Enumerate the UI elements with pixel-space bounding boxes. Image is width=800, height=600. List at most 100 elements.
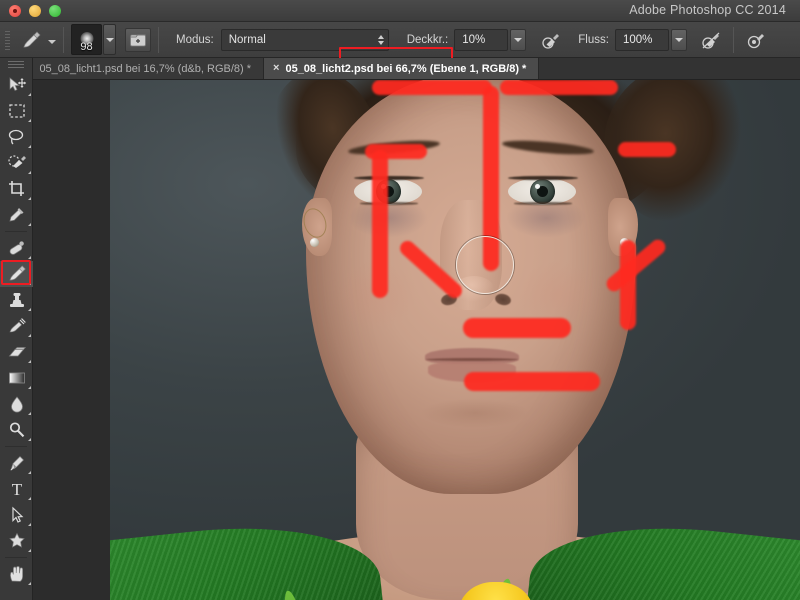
tool-group-indicator (28, 471, 31, 474)
options-bar-grip[interactable] (3, 28, 12, 51)
flow-dropdown[interactable] (670, 28, 687, 51)
rectangular-marquee-tool[interactable] (0, 98, 33, 124)
chevron-down-icon (105, 37, 114, 42)
toolbox-divider (5, 231, 27, 232)
history-brush-tool[interactable] (0, 313, 33, 339)
document-tab-bar: » × 05_08_licht1.psd bei 16,7% (d&b, RGB… (0, 58, 800, 80)
flow-label: Fluss: (578, 33, 609, 46)
clone-stamp-tool[interactable] (0, 287, 33, 313)
gradient-tool[interactable] (0, 365, 33, 391)
eye-highlight-right (535, 184, 540, 189)
opacity-label: Deckkr.: (406, 33, 449, 46)
tool-group-indicator (28, 549, 31, 552)
tablet-pressure-icon (747, 33, 764, 48)
flow-value: 100% (622, 33, 653, 46)
brush-size-preview[interactable]: 98 (71, 24, 102, 55)
brush-cursor (456, 236, 514, 294)
zoom-button[interactable] (49, 4, 61, 17)
chevron-down-icon (674, 37, 683, 42)
lips-stroke (463, 318, 571, 338)
brush-panel-toggle[interactable] (125, 27, 151, 52)
earring-left (310, 238, 319, 247)
divider (158, 26, 159, 53)
tool-group-indicator (28, 497, 31, 500)
close-button[interactable] (9, 4, 21, 17)
photoshop-window: Adobe Photoshop CC 2014 98 Modus: Normal… (0, 0, 800, 600)
blend-mode-select[interactable]: Normal (220, 28, 389, 51)
dodge-tool[interactable] (0, 417, 33, 443)
custom-shape-tool[interactable] (0, 528, 33, 554)
mouth-line (426, 358, 518, 361)
options-bar: 98 Modus: Normal Deckkr.: 10% Fluss: 100… (0, 22, 800, 78)
title-bar: Adobe Photoshop CC 2014 (0, 0, 800, 22)
tablet-pressure-toggle[interactable] (741, 27, 771, 53)
forehead-horizontal-right (500, 80, 618, 95)
mode-label: Modus: (176, 33, 214, 46)
opacity-pressure-toggle[interactable] (536, 27, 566, 53)
brush-preset-caret-icon[interactable] (48, 39, 56, 44)
path-selection-tool[interactable] (0, 502, 33, 528)
eraser-tool[interactable] (0, 339, 33, 365)
tool-group-indicator (28, 523, 31, 526)
tool-group-indicator (28, 582, 31, 585)
flow-input[interactable]: 100% (614, 28, 669, 51)
tool-group-indicator (28, 171, 31, 174)
toolbox: T (0, 58, 33, 600)
quick-selection-tool[interactable] (0, 150, 33, 176)
crop-tool[interactable] (0, 176, 33, 202)
airbrush-icon (542, 33, 560, 49)
tab-label: 05_08_licht1.psd bei 16,7% (d&b, RGB/8) … (39, 62, 252, 75)
brush-size-value: 98 (80, 41, 93, 53)
window-controls (9, 4, 61, 17)
tab-licht2[interactable]: × 05_08_licht2.psd bei 66,7% (Ebene 1, R… (264, 58, 540, 79)
toolbox-grip[interactable] (0, 58, 32, 72)
lower-lash-left (360, 202, 418, 205)
app-title: Adobe Photoshop CC 2014 (629, 3, 786, 17)
eyeliner-left (354, 176, 424, 180)
chin-shadow (420, 398, 530, 428)
tool-group-indicator (28, 119, 31, 122)
chin-stroke (464, 372, 600, 391)
tool-group-indicator (28, 145, 31, 148)
cheek-left-vertical (372, 150, 388, 298)
divider (63, 26, 64, 53)
brush-icon[interactable] (16, 27, 46, 53)
toolbox-divider (5, 446, 27, 447)
opacity-input[interactable]: 10% (454, 28, 509, 51)
brush-tool[interactable] (0, 261, 33, 287)
tool-group-indicator (28, 334, 31, 337)
smoothing-icon (702, 32, 720, 49)
tool-group-indicator (28, 308, 31, 311)
close-icon[interactable]: × (273, 63, 279, 74)
tool-group-indicator (28, 438, 31, 441)
hand-tool[interactable] (0, 561, 33, 587)
divider (732, 26, 734, 53)
move-tool[interactable] (0, 72, 33, 98)
tool-group-indicator (28, 412, 31, 415)
photo-image (110, 80, 800, 600)
eyedropper-tool[interactable] (0, 202, 33, 228)
brush-preset-dropdown[interactable] (103, 24, 116, 55)
lasso-tool[interactable] (0, 124, 33, 150)
blur-tool[interactable] (0, 391, 33, 417)
cheek-right-horizontal (618, 142, 676, 157)
brush-panel-icon (130, 34, 146, 46)
healing-brush-tool[interactable] (0, 235, 33, 261)
opacity-dropdown[interactable] (510, 28, 527, 51)
chevron-down-icon (514, 37, 523, 42)
tool-group-indicator (28, 93, 31, 96)
opacity-value: 10% (462, 33, 486, 46)
lower-lash-right (514, 202, 572, 205)
document-canvas[interactable] (110, 80, 800, 600)
tab-licht1[interactable]: × 05_08_licht1.psd bei 16,7% (d&b, RGB/8… (18, 58, 265, 79)
stepper-icon (377, 34, 384, 45)
minimize-button[interactable] (29, 4, 41, 17)
type-tool[interactable]: T (0, 476, 33, 502)
tool-group-indicator (28, 223, 31, 226)
tool-group-indicator (28, 360, 31, 363)
pen-tool[interactable] (0, 450, 33, 476)
airbrush-toggle[interactable] (696, 27, 726, 53)
toolbox-divider (5, 557, 27, 558)
tab-label: 05_08_licht2.psd bei 66,7% (Ebene 1, RGB… (285, 62, 527, 75)
canvas-area[interactable] (33, 80, 800, 600)
